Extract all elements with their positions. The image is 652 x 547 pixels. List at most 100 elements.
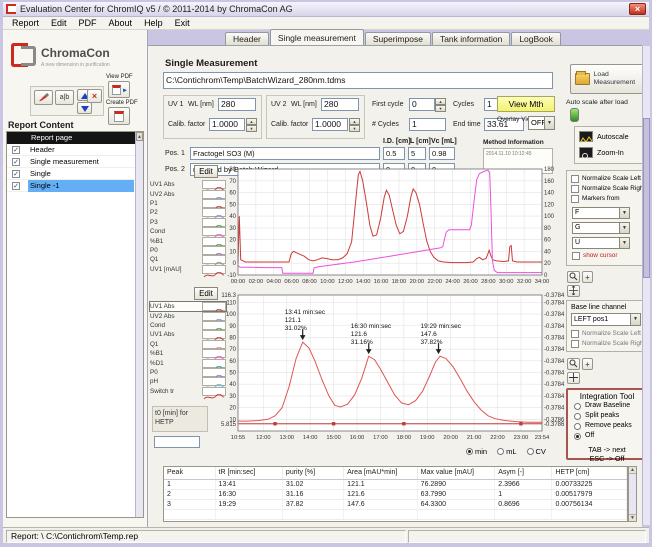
pos1-column-input[interactable]: Fractogel SO3 (M) xyxy=(190,147,380,160)
svg-text:-0.3786: -0.3786 xyxy=(544,422,565,428)
menu-pdf[interactable]: PDF xyxy=(73,18,103,28)
move-down-button[interactable] xyxy=(77,102,92,114)
unit-radio-ml[interactable]: mL xyxy=(497,447,516,456)
edit-report-button[interactable] xyxy=(34,90,53,105)
radio-icon[interactable] xyxy=(527,448,534,455)
zoom-plus-icon[interactable]: + xyxy=(582,271,593,283)
normalize-right-checkbox[interactable] xyxy=(571,185,579,193)
main-scrollbar-thumb[interactable] xyxy=(643,118,650,278)
peak-table[interactable]: PeaktR [min:sec]purity [%]Area [mAU*min]… xyxy=(164,467,627,520)
marker-dropdown-g[interactable]: G▼ xyxy=(572,222,630,234)
zoom-tool-icon[interactable] xyxy=(567,271,580,283)
marker-dropdown-f[interactable]: F▼ xyxy=(572,207,630,219)
integration-option-off[interactable]: Off xyxy=(568,432,646,441)
overview-chart[interactable]: 8018070160601405012040100308020601040020… xyxy=(214,164,570,288)
view-pdf-button[interactable]: ► xyxy=(108,81,130,98)
menu-edit[interactable]: Edit xyxy=(45,18,73,28)
integration-option-draw-baseline[interactable]: Draw Baseline xyxy=(568,402,646,411)
pan-tool-icon[interactable] xyxy=(567,285,580,297)
normalize-left-checkbox[interactable] xyxy=(571,175,579,183)
uv1-calib-spinner[interactable]: ▲▼ xyxy=(246,118,257,131)
measurement-path-field[interactable]: C:\Contichrom\Temp\BatchWizard_280nm.tdm… xyxy=(163,72,553,89)
main-scrollbar[interactable] xyxy=(642,46,650,525)
t0-hetp-input[interactable] xyxy=(154,436,200,448)
uv2-calib-spinner[interactable]: ▲▼ xyxy=(349,118,360,131)
report-row-header[interactable]: ✓Header xyxy=(7,144,143,156)
zoom-plus-icon[interactable]: + xyxy=(582,358,593,370)
markers-from-checkbox[interactable] xyxy=(571,195,579,203)
menu-help[interactable]: Help xyxy=(138,18,169,28)
pos1-vc-input[interactable]: 0.98 xyxy=(429,147,455,160)
autoscale-icon[interactable] xyxy=(579,131,593,142)
report-list-scrollbar[interactable]: ▲ xyxy=(135,132,143,517)
pos1-l-input[interactable]: 5 xyxy=(408,147,426,160)
report-row-single-measurement[interactable]: ✓Single measurement xyxy=(7,156,143,168)
chevron-down-icon[interactable]: ▼ xyxy=(619,208,629,218)
baseline-normalize-left-checkbox[interactable] xyxy=(571,330,579,338)
view-mth-button[interactable]: View Mth xyxy=(497,96,555,112)
row-checkbox[interactable]: ✓ xyxy=(12,146,20,154)
tab-logbook[interactable]: LogBook xyxy=(511,32,561,45)
load-measurement-button[interactable]: Load Measurement xyxy=(570,64,644,94)
tab-single-measurement[interactable]: Single measurement xyxy=(270,29,364,45)
tab-superimpose[interactable]: Superimpose xyxy=(365,32,431,45)
integration-option-split-peaks[interactable]: Split peaks xyxy=(568,412,646,421)
report-row-single--1[interactable]: ✓Single -1 xyxy=(7,180,143,192)
svg-text:80: 80 xyxy=(229,335,236,341)
row-checkbox[interactable]: ✓ xyxy=(12,182,20,190)
radio-icon[interactable] xyxy=(574,413,581,420)
delete-page-button[interactable]: × xyxy=(87,89,102,103)
menu-report[interactable]: Report xyxy=(6,18,45,28)
title-bar[interactable]: Evaluation Center for ChromIQ v5 / © 201… xyxy=(3,2,649,17)
zoom-in-icon[interactable] xyxy=(579,147,593,158)
menu-about[interactable]: About xyxy=(103,18,139,28)
radio-icon[interactable] xyxy=(497,448,504,455)
create-pdf-button[interactable] xyxy=(108,107,130,125)
chevron-down-icon[interactable]: ▼ xyxy=(619,238,629,248)
chevron-down-icon[interactable]: ▼ xyxy=(544,117,554,129)
tab-header[interactable]: Header xyxy=(225,32,269,45)
uv2-wl-input[interactable]: 280 xyxy=(321,98,359,111)
scroll-up-icon[interactable]: ▲ xyxy=(136,132,143,141)
baseline-normalize-right-checkbox[interactable] xyxy=(571,340,579,348)
scroll-up-icon[interactable]: ▲ xyxy=(629,467,636,474)
integration-option-remove-peaks[interactable]: Remove peaks xyxy=(568,422,646,431)
unit-radio-cv[interactable]: CV xyxy=(527,447,546,456)
row-checkbox[interactable]: ✓ xyxy=(12,158,20,166)
pos1-id-input[interactable]: 0.5 xyxy=(383,147,405,160)
radio-icon[interactable] xyxy=(574,433,581,440)
radio-icon[interactable] xyxy=(574,423,581,430)
cycle-chart[interactable]: 116.3-0.3784110-0.3784100-0.378490-0.378… xyxy=(214,290,570,444)
close-button[interactable]: × xyxy=(629,3,646,15)
radio-icon[interactable] xyxy=(574,403,581,410)
num-cycles-input[interactable]: 1 xyxy=(409,118,446,131)
chevron-down-icon[interactable]: ▼ xyxy=(630,314,640,325)
first-cycle-spinner[interactable]: ▲▼ xyxy=(435,98,446,111)
uv1-wl-input[interactable]: 280 xyxy=(218,98,256,111)
pan-tool-icon[interactable] xyxy=(567,372,580,384)
peak-table-scrollbar[interactable]: ▲ ▼ xyxy=(628,466,637,522)
marker-dropdown-u[interactable]: U▼ xyxy=(572,237,630,249)
report-content-list[interactable]: Report page ✓Header✓Single measurement✓S… xyxy=(6,131,144,518)
baseline-channel-dropdown[interactable]: LEFT pos1 ▼ xyxy=(571,313,641,326)
table-row[interactable]: 113:4131.02121.176.28902.39660.00733225 xyxy=(164,479,627,489)
show-cursor-checkbox[interactable] xyxy=(572,252,580,260)
sort-ab-button[interactable]: a|b xyxy=(55,90,74,105)
autoscale-after-load-toggle[interactable] xyxy=(570,108,579,122)
table-row[interactable]: 216:3031.16121.663.799010.00517979 xyxy=(164,489,627,499)
first-cycle-input[interactable]: 0 xyxy=(409,98,435,111)
tab-tank-information[interactable]: Tank information xyxy=(432,32,510,45)
chevron-down-icon[interactable]: ▼ xyxy=(619,223,629,233)
uv1-calib-input[interactable]: 1.0000 xyxy=(209,118,245,131)
unit-radio-min[interactable]: min xyxy=(466,447,487,456)
uv2-calib-input[interactable]: 1.0000 xyxy=(312,118,348,131)
table-row[interactable]: 319:2937.82147.664.33000.86960.00756134 xyxy=(164,499,627,509)
menu-exit[interactable]: Exit xyxy=(169,18,196,28)
zoom-tool-icon[interactable] xyxy=(567,358,580,370)
row-checkbox[interactable]: ✓ xyxy=(12,170,20,178)
scroll-down-icon[interactable]: ▼ xyxy=(629,514,636,521)
report-row-single[interactable]: ✓Single xyxy=(7,168,143,180)
overlay-view-dropdown[interactable]: OFF ▼ xyxy=(528,116,555,130)
radio-icon[interactable] xyxy=(466,448,473,455)
svg-text:-0.3784: -0.3784 xyxy=(544,382,565,388)
